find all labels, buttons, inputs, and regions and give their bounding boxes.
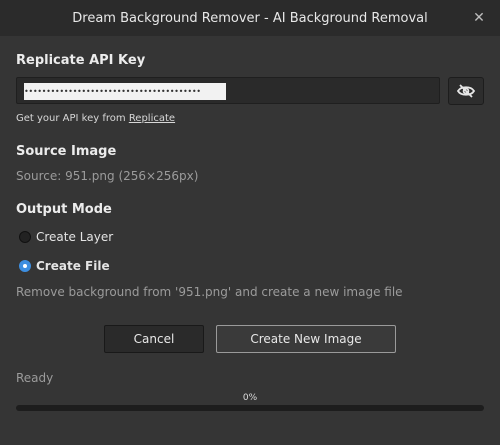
- output-mode-label: Output Mode: [16, 202, 112, 217]
- close-icon[interactable]: ✕: [470, 9, 488, 27]
- eye-slash-icon: [457, 84, 475, 98]
- api-key-masked-value: ••••••••••••••••••••••••••••••••••••••••: [24, 83, 226, 100]
- title-bar[interactable]: Dream Background Remover - AI Background…: [0, 0, 500, 36]
- toggle-visibility-button[interactable]: [448, 77, 484, 105]
- radio-create-layer-label: Create Layer: [36, 230, 114, 244]
- replicate-link[interactable]: Replicate: [129, 113, 175, 124]
- status-text: Ready: [16, 371, 54, 385]
- cancel-button[interactable]: Cancel: [104, 325, 204, 353]
- output-description: Remove background from '951.png' and cre…: [16, 285, 403, 299]
- radio-create-file[interactable]: Create File: [19, 259, 110, 273]
- api-key-label: Replicate API Key: [16, 53, 146, 68]
- source-image-label: Source Image: [16, 144, 117, 159]
- api-key-help: Get your API key from Replicate: [16, 113, 175, 124]
- radio-create-file-label: Create File: [36, 259, 110, 273]
- progress-label: 0%: [242, 393, 258, 403]
- dialog-window: Dream Background Remover - AI Background…: [0, 0, 500, 445]
- radio-create-layer[interactable]: Create Layer: [19, 230, 113, 244]
- radio-indicator[interactable]: [19, 231, 31, 243]
- progress-bar: [16, 405, 484, 411]
- window-title: Dream Background Remover - AI Background…: [72, 10, 428, 26]
- radio-indicator-selected[interactable]: [19, 260, 31, 272]
- create-new-image-button[interactable]: Create New Image: [216, 325, 396, 353]
- source-image-info: Source: 951.png (256×256px): [16, 169, 199, 183]
- api-key-input[interactable]: ••••••••••••••••••••••••••••••••••••••••: [16, 77, 440, 104]
- api-key-help-text: Get your API key from: [16, 113, 129, 124]
